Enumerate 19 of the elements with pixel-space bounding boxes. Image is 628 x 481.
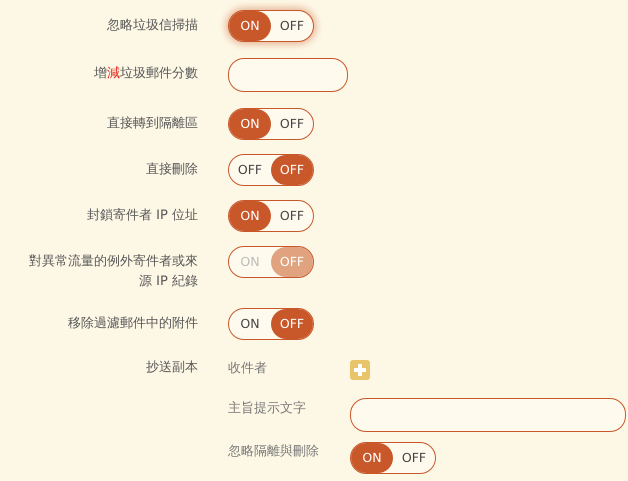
toggle-switch[interactable]: OFF OFF <box>228 154 314 186</box>
field-label: 移除過濾郵件中的附件 <box>67 315 198 333</box>
text-input[interactable] <box>228 58 348 92</box>
field-label: 直接刪除 <box>145 161 198 179</box>
field-label: 封鎖寄件者 IP 位址 <box>86 207 198 225</box>
ignore-label: 忽略隔離與刪除 <box>228 443 320 461</box>
field-label: 增減垃圾郵件分數 <box>93 65 198 83</box>
recipients-label: 收件者 <box>228 360 268 378</box>
toggle-switch[interactable]: ON OFF <box>228 10 314 42</box>
toggle-switch[interactable]: ON OFF <box>350 442 436 474</box>
subject-label: 主旨提示文字 <box>228 400 307 418</box>
subject-input[interactable] <box>350 398 626 432</box>
field-label: 對異常流量的例外寄件者或來源 IP 紀錄 <box>28 253 198 291</box>
field-label: 抄送副本 <box>145 359 198 377</box>
field-label: 直接轉到隔離區 <box>106 115 198 133</box>
toggle-switch[interactable]: ON OFF <box>228 308 314 340</box>
toggle-switch[interactable]: ON OFF <box>228 108 314 140</box>
field-label: 忽略垃圾信掃描 <box>106 17 198 35</box>
toggle-switch[interactable]: ON OFF <box>228 200 314 232</box>
